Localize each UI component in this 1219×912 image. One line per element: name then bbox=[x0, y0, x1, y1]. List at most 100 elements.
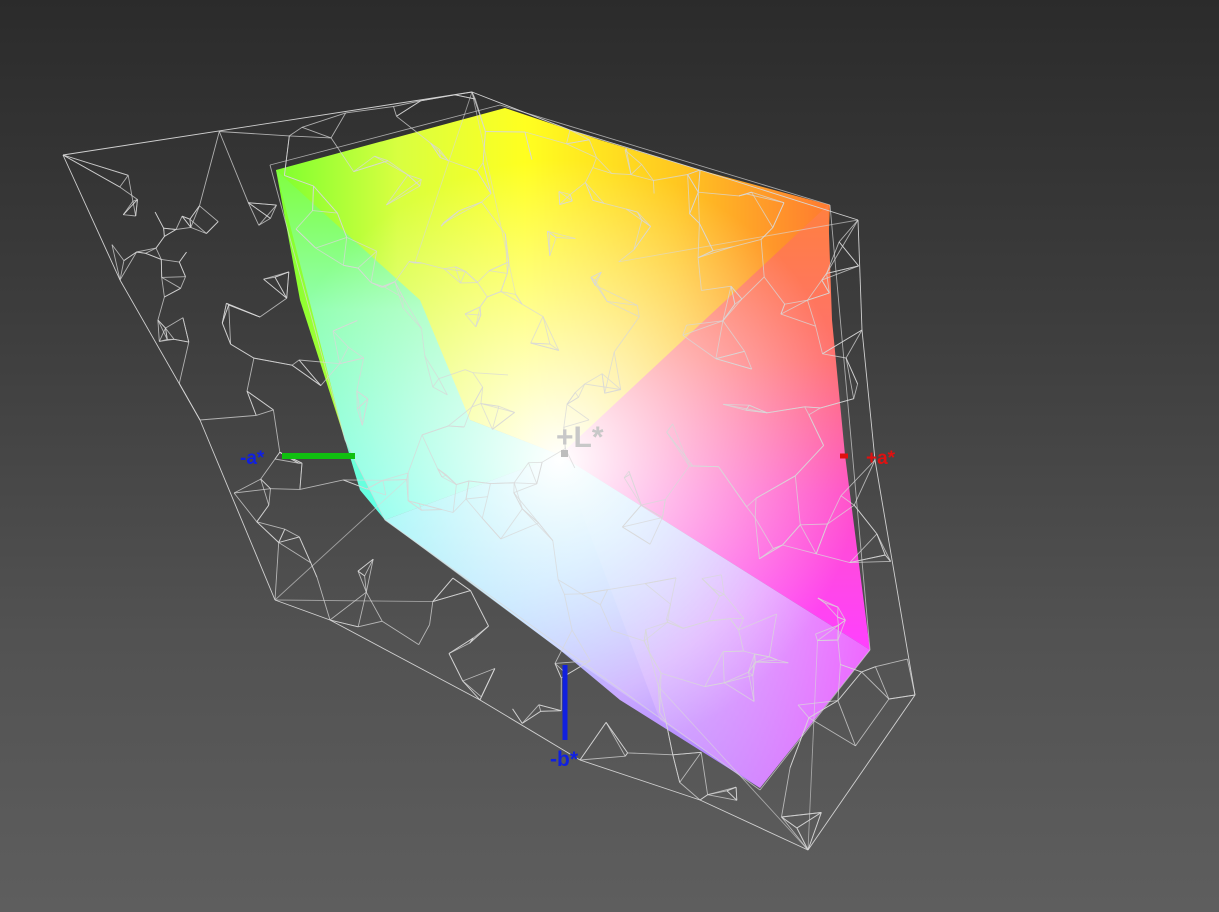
wireframe-edge bbox=[286, 271, 290, 299]
wireframe-edge bbox=[393, 106, 397, 117]
wireframe-edge bbox=[605, 722, 628, 754]
wireframe-edge bbox=[274, 271, 289, 278]
wireframe-edge bbox=[161, 276, 186, 278]
wireframe-edge bbox=[462, 680, 481, 701]
wireframe-edge bbox=[174, 338, 189, 343]
wireframe-edge bbox=[199, 131, 220, 206]
wireframe-edge bbox=[579, 759, 701, 801]
wireframe-edge bbox=[837, 625, 839, 641]
wireframe-edge bbox=[817, 639, 838, 642]
wireframe-edge bbox=[454, 94, 476, 100]
wireframe-edge bbox=[432, 590, 471, 603]
wireframe-edge bbox=[861, 671, 890, 700]
wireframe-edge bbox=[258, 204, 277, 226]
wireframe-edge bbox=[154, 211, 164, 229]
wireframe-edge bbox=[180, 276, 186, 289]
wireframe-edge bbox=[605, 722, 626, 757]
wireframe-edge bbox=[123, 251, 137, 261]
wireframe-edge bbox=[175, 216, 183, 230]
wireframe-edge bbox=[218, 131, 249, 203]
wireframe-edge bbox=[699, 799, 809, 851]
wireframe-edge bbox=[256, 409, 274, 416]
wireframe-edge bbox=[579, 755, 626, 761]
wireframe-edge bbox=[700, 752, 709, 795]
wireframe-edge bbox=[123, 214, 136, 217]
axis-label-a-minus: -a* bbox=[240, 448, 265, 469]
wireframe-edge bbox=[837, 700, 856, 747]
wireframe-edge bbox=[579, 722, 607, 761]
wireframe-edge bbox=[861, 666, 876, 673]
wireframe-edge bbox=[278, 536, 300, 543]
wireframe-edge bbox=[875, 658, 908, 668]
wireframe-edge bbox=[807, 694, 916, 851]
wireframe-edge bbox=[127, 175, 134, 202]
wireframe-edge bbox=[135, 199, 138, 217]
wireframe-edge bbox=[178, 341, 190, 384]
wireframe-edge bbox=[906, 659, 916, 696]
wireframe-edge bbox=[289, 135, 332, 139]
wireframe-edge bbox=[838, 241, 859, 267]
wireframe-edge bbox=[707, 790, 728, 796]
wireframe-edge bbox=[448, 637, 474, 654]
wireframe-edge bbox=[256, 504, 270, 523]
wireframe-edge bbox=[136, 251, 146, 254]
gamut-3d-viewport[interactable]: +L* +a* -a* -b* bbox=[0, 0, 1219, 912]
wireframe-edge bbox=[329, 619, 481, 701]
wireframe-edge bbox=[479, 696, 482, 701]
wireframe-edge bbox=[163, 228, 165, 237]
wireframe-edge bbox=[624, 752, 628, 757]
wireframe-edge bbox=[469, 625, 489, 644]
wireframe-edge bbox=[874, 459, 916, 696]
wireframe-edge bbox=[538, 704, 562, 712]
wireframe-edge bbox=[418, 624, 430, 645]
wireframe-edge bbox=[161, 277, 165, 298]
wireframe-edge bbox=[627, 752, 673, 756]
wireframe-edge bbox=[263, 278, 287, 299]
wireframe-edge bbox=[845, 329, 863, 359]
wireframe-edge bbox=[269, 204, 277, 219]
wireframe-edge bbox=[182, 317, 190, 343]
wireframe-edge bbox=[219, 131, 290, 137]
wireframe-edge bbox=[291, 359, 300, 366]
wireframe-edge bbox=[564, 593, 582, 595]
wireframe-edge bbox=[888, 694, 916, 700]
wireframe-edge bbox=[874, 666, 890, 700]
wireframe-edge bbox=[190, 226, 207, 234]
wireframe-edge bbox=[164, 229, 177, 237]
wireframe-edge bbox=[679, 752, 702, 783]
wireframe-edge bbox=[278, 529, 286, 543]
wireframe-edge bbox=[316, 577, 331, 621]
wireframe-edge bbox=[781, 767, 791, 818]
wireframe-edge bbox=[178, 261, 186, 277]
wireframe-edge bbox=[861, 329, 876, 461]
wireframe-edge bbox=[161, 258, 180, 263]
wireframe-edge bbox=[175, 226, 191, 230]
wireframe-edge bbox=[199, 414, 257, 421]
wireframe-edge bbox=[157, 319, 166, 329]
wireframe-edge bbox=[155, 236, 165, 249]
wireframe-edge bbox=[274, 542, 280, 601]
wireframe-edge bbox=[62, 154, 121, 281]
wireframe-edge bbox=[62, 154, 121, 188]
wireframe-edge bbox=[679, 782, 701, 801]
wireframe-edge bbox=[189, 218, 207, 234]
wireframe-edge bbox=[274, 479, 408, 601]
wireframe-edge bbox=[253, 357, 293, 366]
wireframe-edge bbox=[165, 317, 184, 329]
wireframe-edge bbox=[206, 221, 219, 234]
wireframe-edge bbox=[857, 219, 863, 331]
wireframe-edge bbox=[284, 528, 300, 538]
wireframe-edge bbox=[274, 276, 288, 299]
wireframe-edge bbox=[258, 218, 271, 226]
wireframe-edge bbox=[420, 94, 456, 102]
wireframe-edge bbox=[230, 343, 255, 359]
wireframe-edge bbox=[855, 698, 890, 747]
wireframe-edge bbox=[845, 357, 859, 385]
axis-label-b-minus: -b* bbox=[550, 748, 579, 771]
wireframe-edge bbox=[429, 601, 434, 625]
wireframe-edge bbox=[233, 478, 261, 494]
wireframe-edge bbox=[807, 812, 822, 851]
wireframe-edge bbox=[838, 219, 859, 243]
wireframe-edge bbox=[270, 488, 300, 490]
wireframe-edge bbox=[512, 708, 523, 724]
